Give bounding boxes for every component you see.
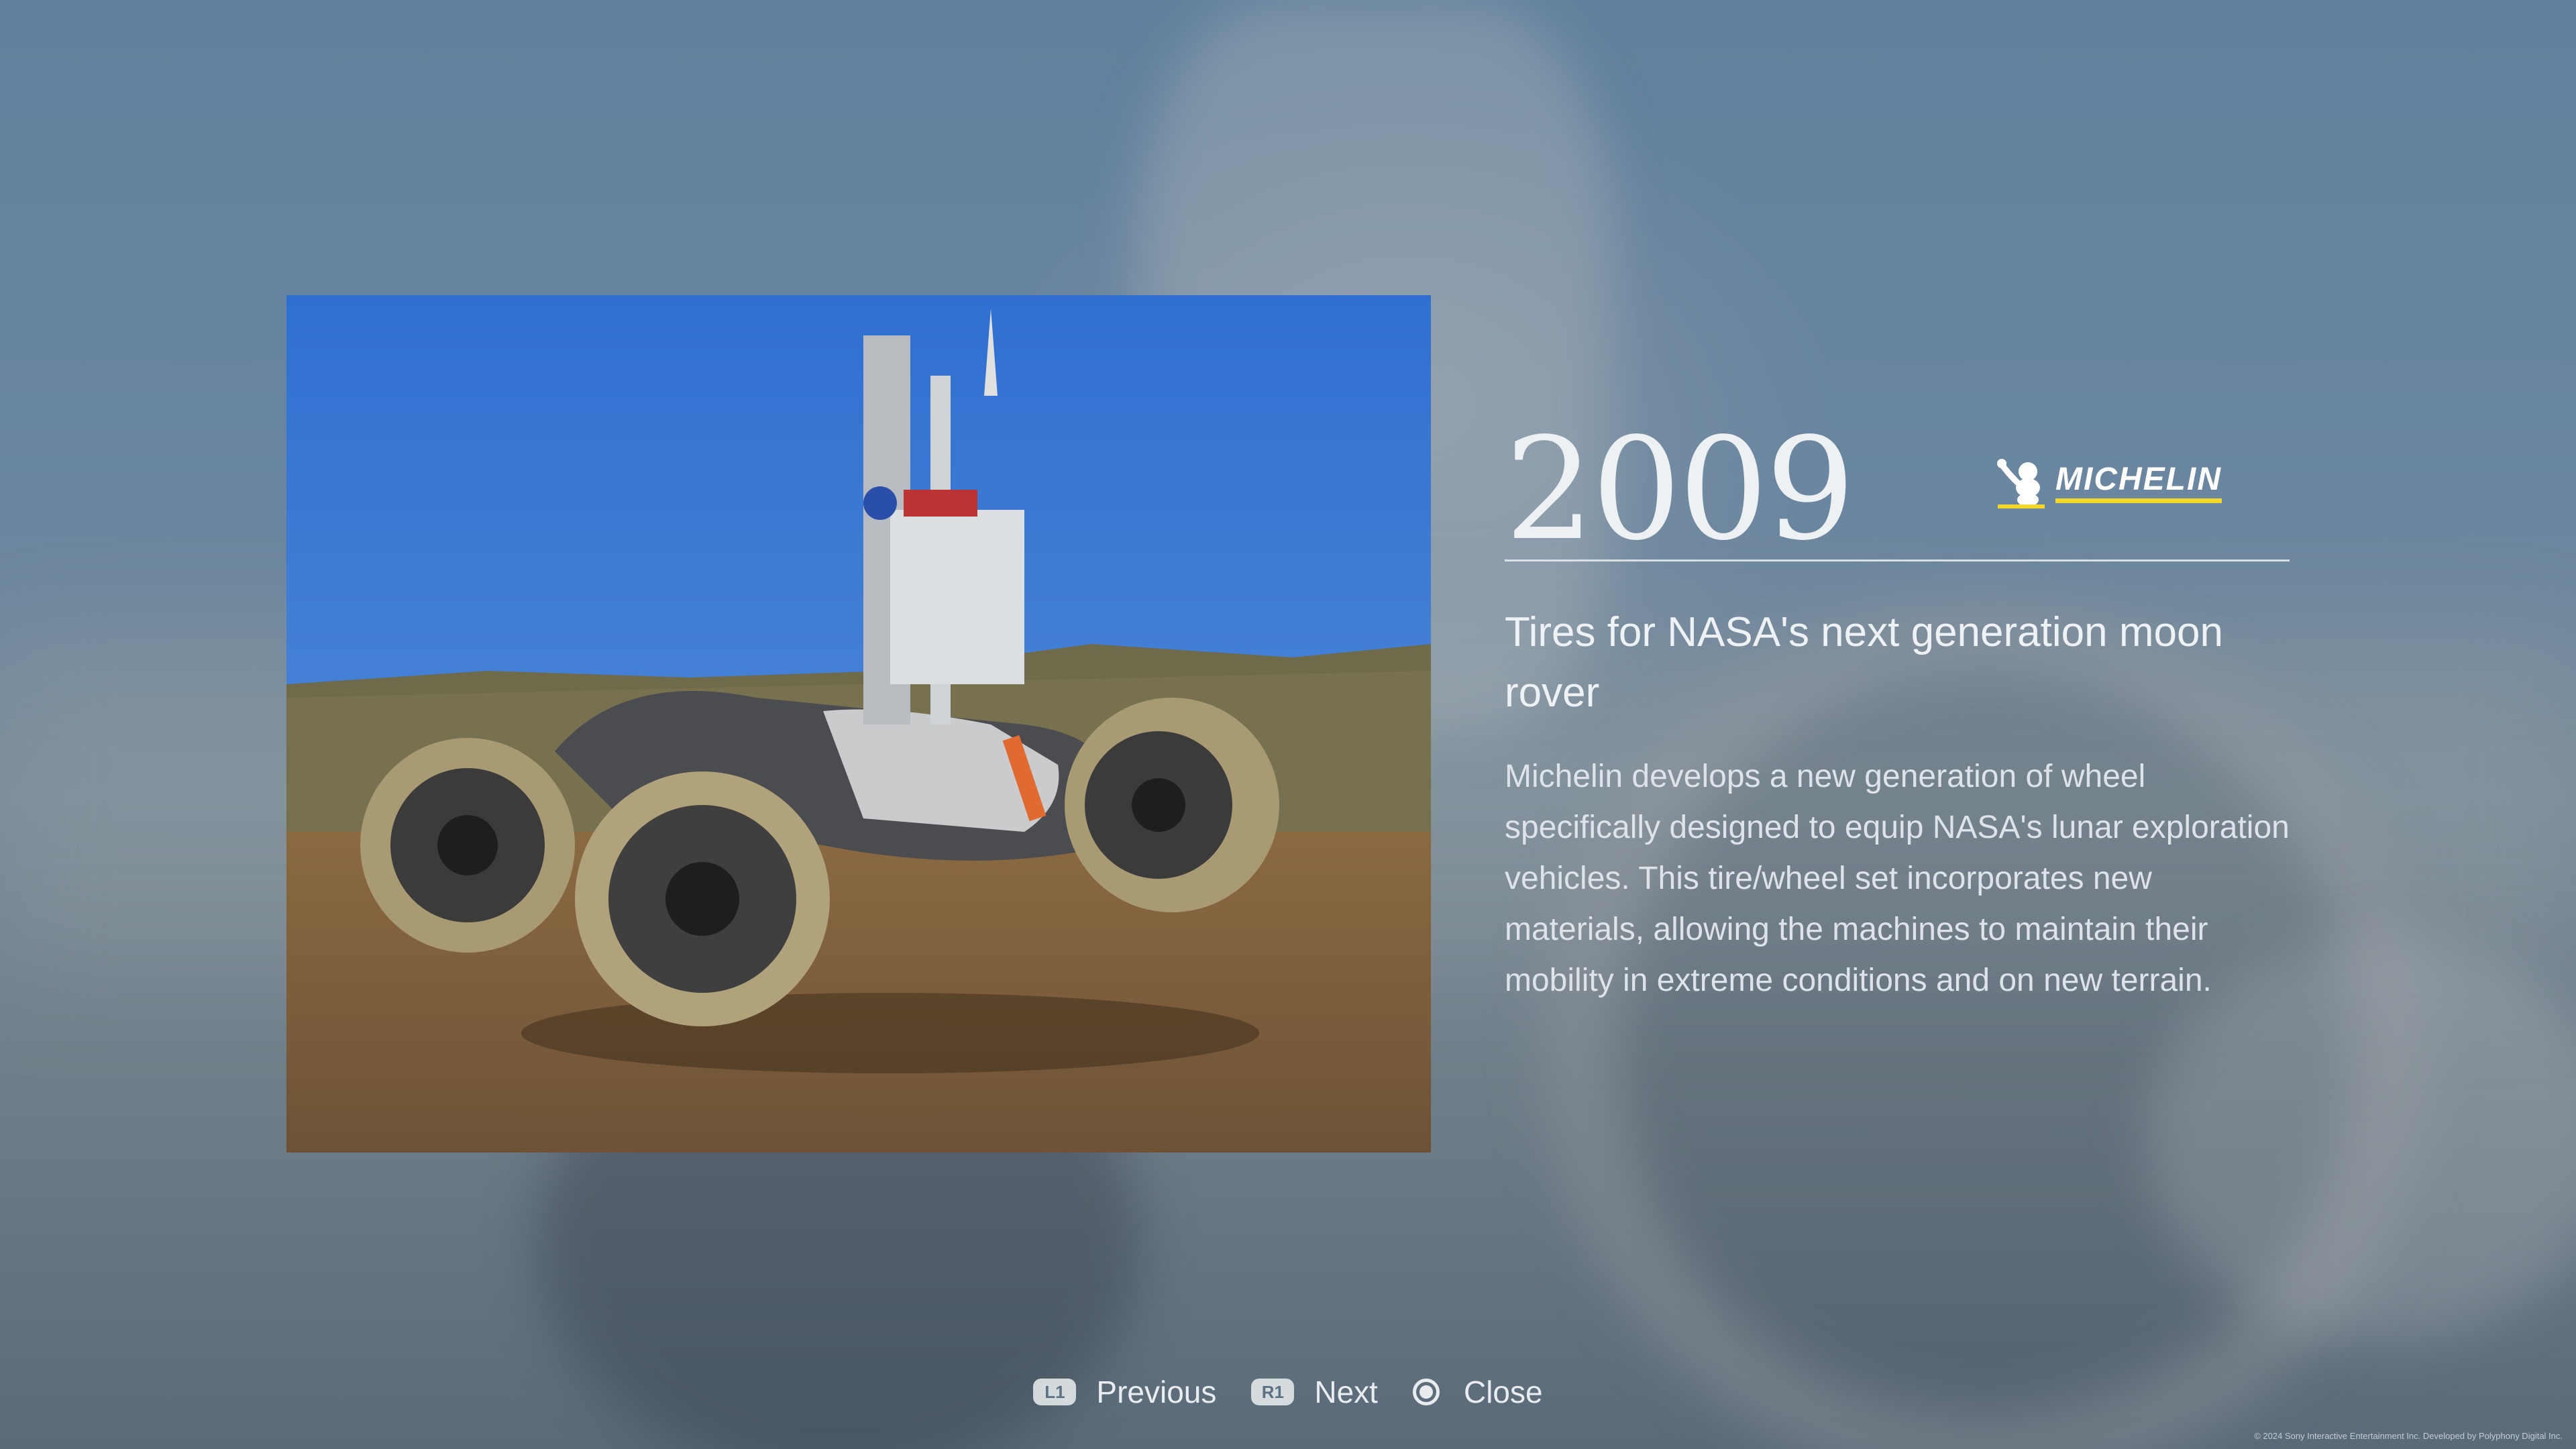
entry-description: Michelin develops a new generation of wh… xyxy=(1505,759,2290,998)
michelin-logo: MICHELIN xyxy=(1991,453,2246,513)
copyright-text: © 2024 Sony Interactive Entertainment In… xyxy=(2254,1431,2563,1441)
year-heading: 2009 xyxy=(1505,407,1855,572)
lunar-rover-image xyxy=(286,295,1431,1152)
next-label: Next xyxy=(1314,1375,1378,1409)
controller-hints: L1 Previous R1 Next Close xyxy=(0,1368,2576,1415)
divider xyxy=(1505,559,2290,561)
brand-wordmark: MICHELIN xyxy=(2055,462,2222,503)
close-button[interactable]: Close xyxy=(1412,1374,1543,1410)
entry-headline: Tires for NASA's next generation moon ro… xyxy=(1505,609,2223,716)
previous-button[interactable]: L1 Previous xyxy=(1033,1374,1216,1410)
michelin-mascot-icon xyxy=(1997,459,2045,508)
rover-photo xyxy=(286,295,1431,1152)
previous-label: Previous xyxy=(1096,1375,1217,1409)
close-label: Close xyxy=(1463,1375,1543,1409)
l1-button-icon: L1 xyxy=(1033,1379,1077,1405)
r1-button-icon: R1 xyxy=(1251,1379,1295,1405)
next-button[interactable]: R1 Next xyxy=(1251,1374,1378,1410)
circle-button-icon xyxy=(1412,1379,1440,1405)
